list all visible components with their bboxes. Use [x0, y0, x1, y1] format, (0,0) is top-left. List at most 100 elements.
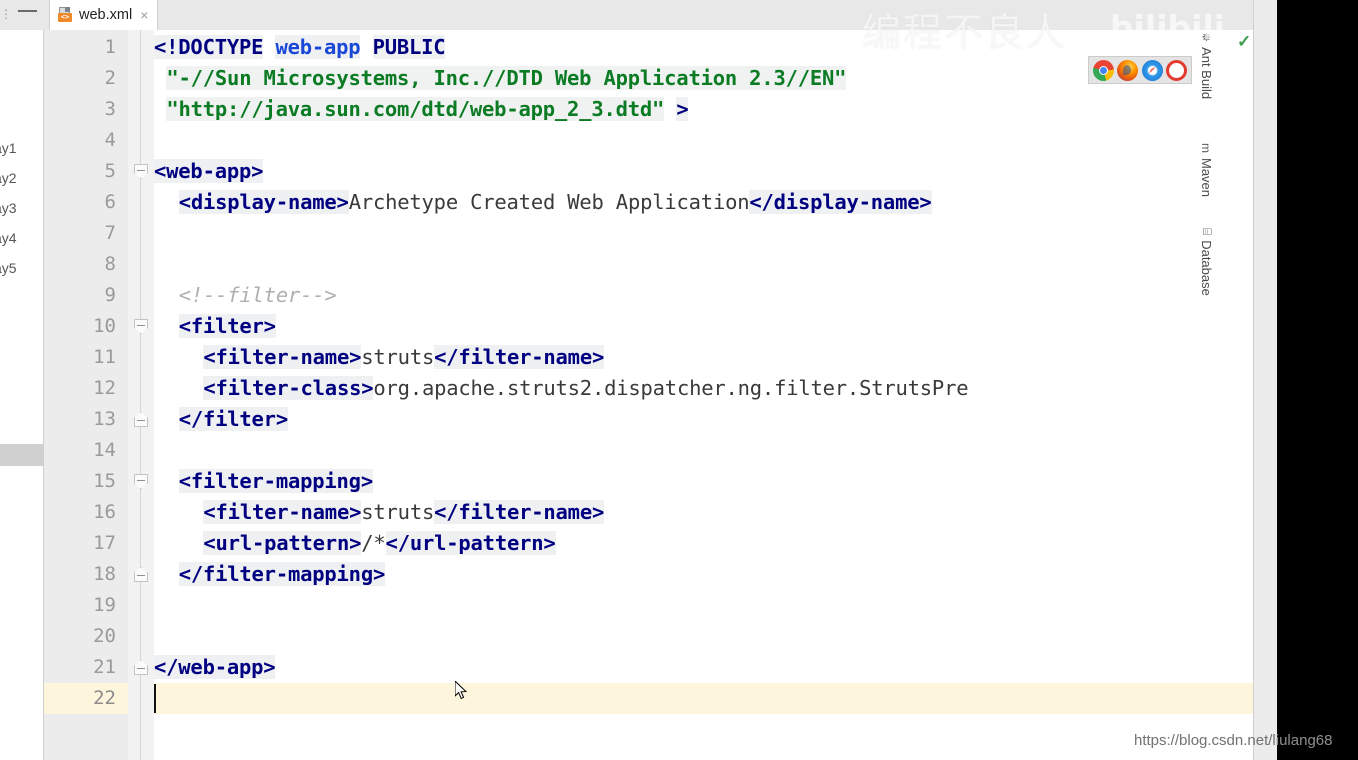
tool-tab-label: Database [1199, 240, 1214, 296]
code-token-txt: struts [361, 345, 435, 369]
window-edge-handle[interactable]: ⋮ [0, 6, 12, 22]
code-line[interactable]: <web-app> [154, 156, 263, 187]
line-number[interactable]: 8 [46, 249, 116, 280]
editor-tab-web-xml[interactable]: <> web.xml × [49, 0, 159, 30]
code-line[interactable]: </filter-mapping> [178, 559, 385, 590]
code-line[interactable]: <url-pattern>/*</url-pattern> [203, 528, 556, 559]
code-folding-strip[interactable] [128, 30, 154, 760]
code-token-str: "-//Sun Microsystems, Inc.//DTD Web Appl… [166, 66, 847, 90]
code-line[interactable]: "http://java.sun.com/dtd/web-app_2_3.dtd… [166, 94, 689, 125]
close-icon[interactable]: × [140, 8, 148, 22]
line-number[interactable]: 15 [46, 466, 116, 497]
line-number[interactable]: 19 [46, 590, 116, 621]
code-line[interactable]: <filter-name>struts</filter-name> [203, 342, 604, 373]
code-line[interactable]: <filter-class>org.apache.struts2.dispatc… [203, 373, 969, 404]
sidebar-item-1[interactable]: ay2 [0, 170, 17, 186]
code-token-txt: struts [361, 500, 435, 524]
text-caret [154, 684, 156, 713]
code-token-tag: <display-name> [178, 190, 349, 214]
fold-end-icon[interactable] [134, 567, 148, 582]
code-token-tag: <filter-class> [203, 376, 374, 400]
code-token-tag: <filter-name> [203, 500, 362, 524]
code-line[interactable]: <filter> [178, 311, 276, 342]
code-line[interactable]: <!DOCTYPE web-app PUBLIC [154, 32, 446, 63]
open-in-browser-popup[interactable] [1088, 56, 1192, 84]
line-number[interactable]: 11 [46, 342, 116, 373]
code-token-tag: </url-pattern> [385, 531, 556, 555]
line-number[interactable]: 12 [46, 373, 116, 404]
code-token-kw: PUBLIC [372, 35, 446, 59]
line-number[interactable]: 10 [46, 311, 116, 342]
code-token-txt: org.apache.struts2.dispatcher.ng.filter.… [373, 376, 969, 400]
fold-end-icon[interactable] [134, 412, 148, 427]
line-number[interactable]: 2 [46, 63, 116, 94]
tool-tab-database[interactable]: ⌸ Database [1199, 228, 1214, 338]
code-line[interactable]: "-//Sun Microsystems, Inc.//DTD Web Appl… [166, 63, 847, 94]
line-number[interactable]: 1 [46, 32, 116, 63]
line-number[interactable]: 22 [46, 683, 116, 714]
line-number[interactable]: 7 [46, 218, 116, 249]
code-token-tag: <filter> [178, 314, 276, 338]
intellij-window: ⋮ <> web.xml × ay1 ay2 ay3 ay4 ay5 12345… [0, 0, 1358, 760]
code-line[interactable]: <display-name>Archetype Created Web Appl… [178, 187, 932, 218]
code-editor[interactable]: <!DOCTYPE web-app PUBLIC "-//Sun Microsys… [154, 30, 1277, 760]
code-token-tag: </web-app> [154, 655, 276, 679]
code-token-tag: </filter-name> [434, 345, 605, 369]
code-token-tag: <url-pattern> [203, 531, 362, 555]
maven-icon: m [1199, 143, 1214, 153]
safari-icon[interactable] [1141, 59, 1163, 81]
line-number[interactable]: 17 [46, 528, 116, 559]
firefox-icon[interactable] [1117, 59, 1139, 81]
line-number[interactable]: 20 [46, 621, 116, 652]
line-number[interactable]: 5 [46, 156, 116, 187]
sidebar-item-4[interactable]: ay5 [0, 260, 17, 276]
code-token-tag: <filter-mapping> [178, 469, 373, 493]
code-line[interactable]: <filter-name>struts</filter-name> [203, 497, 604, 528]
sidebar-item-3[interactable]: ay4 [0, 230, 17, 246]
title-bar: ⋮ [0, 0, 1277, 31]
mouse-cursor [455, 681, 467, 700]
line-number[interactable]: 13 [46, 404, 116, 435]
fold-collapse-icon[interactable] [134, 164, 148, 179]
xml-chip-label: <> [58, 13, 72, 22]
tool-tab-ant-build[interactable]: ✵ Ant Build [1199, 32, 1214, 142]
code-line[interactable]: <filter-mapping> [178, 466, 373, 497]
code-token-tagname: web-app [275, 35, 361, 59]
code-token-txt: Archetype Created Web Application [348, 190, 750, 214]
code-token-tag: <filter-name> [203, 345, 362, 369]
project-sidebar[interactable]: ay1 ay2 ay3 ay4 ay5 [0, 30, 44, 760]
code-token-txt: /* [361, 531, 386, 555]
line-number[interactable]: 21 [46, 652, 116, 683]
code-line[interactable]: <!--filter--> [179, 280, 337, 311]
fold-end-icon[interactable] [134, 660, 148, 675]
line-number[interactable]: 9 [46, 280, 116, 311]
line-number[interactable]: 3 [46, 94, 116, 125]
editor-gutter[interactable]: 1 2 3 4 5 6 7 8 9 10 11 12 13 14 15 16 17 18 19 20 21 22 [44, 30, 128, 760]
project-scrollbar-thumb[interactable] [0, 444, 43, 466]
minimize-button[interactable] [18, 10, 37, 12]
tool-window-bar-right: ✵ Ant Build m Maven ⌸ Database [1199, 0, 1277, 760]
fold-collapse-icon[interactable] [134, 319, 148, 334]
letterbox-right [1277, 0, 1358, 760]
code-token-kw: > [676, 97, 689, 121]
tool-tab-label: Ant Build [1199, 47, 1214, 100]
code-line[interactable]: </web-app> [154, 652, 276, 683]
code-line[interactable]: </filter> [178, 404, 288, 435]
tool-tab-label: Maven [1199, 158, 1214, 198]
line-number[interactable]: 14 [46, 435, 116, 466]
chrome-icon[interactable] [1092, 59, 1114, 81]
xml-file-icon: <> [58, 7, 74, 23]
line-number[interactable]: 18 [46, 559, 116, 590]
code-token-tag: </filter> [178, 407, 288, 431]
line-number[interactable]: 4 [46, 125, 116, 156]
database-icon: ⌸ [1200, 228, 1214, 236]
inspection-ok-icon[interactable]: ✓ [1237, 33, 1253, 50]
opera-icon[interactable] [1166, 59, 1188, 81]
sidebar-item-0[interactable]: ay1 [0, 140, 17, 156]
sidebar-item-2[interactable]: ay3 [0, 200, 17, 216]
line-number[interactable]: 6 [46, 187, 116, 218]
line-number[interactable]: 16 [46, 497, 116, 528]
fold-collapse-icon[interactable] [134, 474, 148, 489]
